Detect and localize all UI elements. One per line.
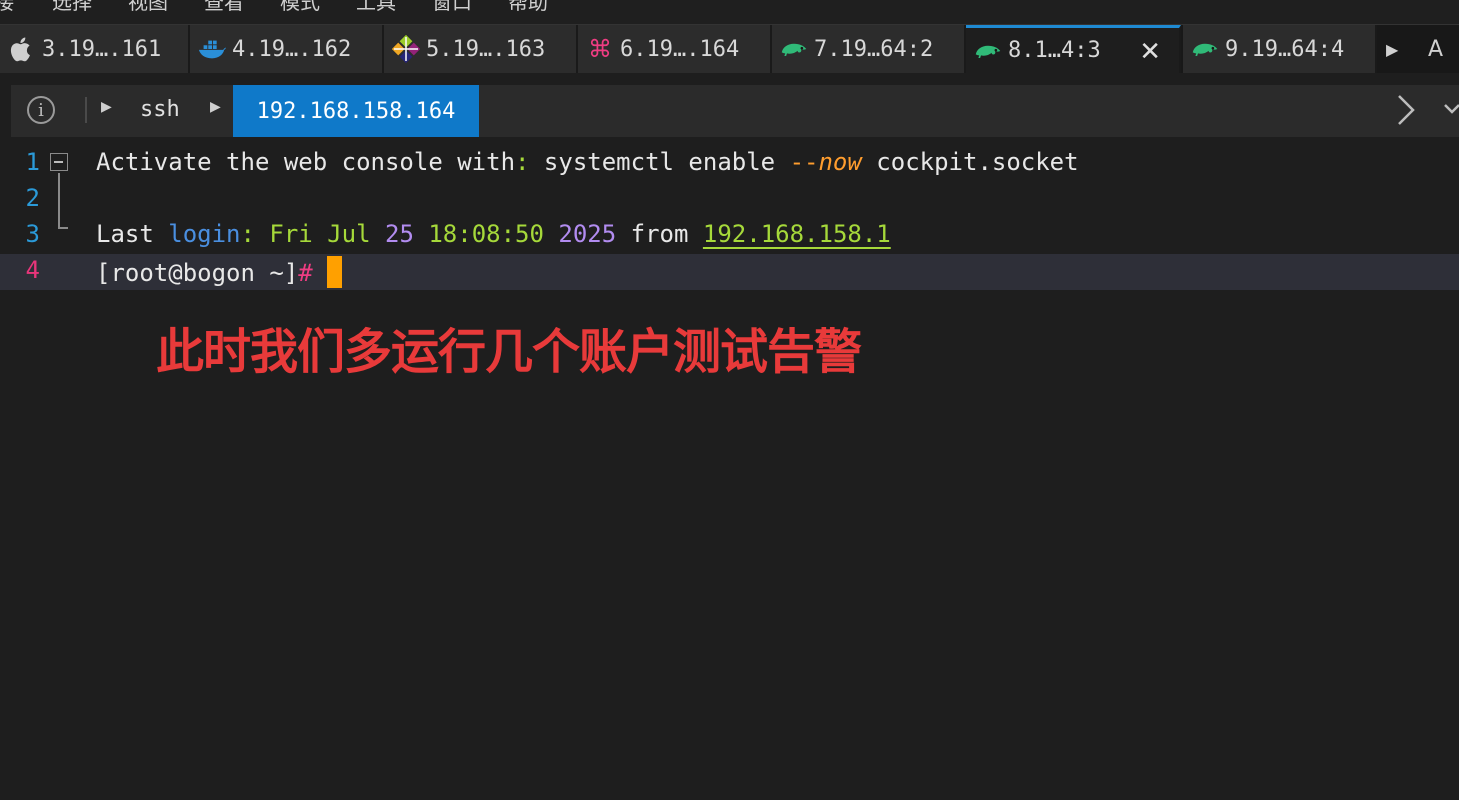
session-tab[interactable]: ⌘ 6.19….164: [578, 25, 772, 73]
session-tab[interactable]: 7.19…64:2: [772, 25, 966, 73]
menu-item[interactable]: 模式: [280, 0, 320, 15]
session-tab[interactable]: 3.19….161: [0, 25, 190, 73]
tab-label: 7.19…64:2: [814, 36, 934, 62]
breadcrumb: i ▶ ssh ▶ 192.168.158.164: [11, 85, 1459, 137]
breadcrumb-current-host[interactable]: 192.168.158.164: [233, 85, 479, 137]
menu-item[interactable]: 视图: [128, 0, 168, 15]
tab-label: 6.19….164: [620, 36, 740, 62]
chevron-down-icon[interactable]: [1443, 101, 1459, 120]
terminal-text: Last login: Fri Jul 25 18:08:50 2025 fro…: [96, 220, 891, 248]
breadcrumb-arrow-icon: ▶: [101, 99, 112, 115]
session-tab[interactable]: 9.19…64:4: [1183, 25, 1377, 73]
tab-label: 3.19….161: [42, 36, 162, 62]
tab-scroll-right-icon[interactable]: ▶: [1386, 25, 1398, 73]
line-number: 1: [25, 148, 40, 176]
tab-label: 4.19….162: [232, 36, 352, 62]
breadcrumb-ssh[interactable]: ssh: [140, 97, 180, 122]
info-icon[interactable]: i: [27, 96, 55, 124]
chevron-right-icon[interactable]: [1396, 93, 1416, 135]
session-tab[interactable]: 5.19….163: [384, 25, 578, 73]
suse-chameleon-icon: [974, 37, 1002, 65]
terminal-prompt[interactable]: [root@bogon ~]#: [96, 256, 343, 288]
session-tab-bar: 3.19….161 4.19….162 5.19….163 ⌘ 6.19….16…: [0, 25, 1459, 73]
close-icon[interactable]: ✕: [1139, 37, 1161, 67]
menu-item[interactable]: 帮助: [508, 0, 548, 15]
menu-item[interactable]: 选择: [52, 0, 92, 15]
tab-label: 5.19….163: [426, 36, 546, 62]
ip-link[interactable]: 192.168.158.1: [703, 220, 891, 248]
text-cursor: [327, 256, 343, 288]
divider: [85, 97, 87, 123]
suse-chameleon-icon: [780, 35, 808, 63]
session-tab-active[interactable]: 8.1…4:3 ✕: [966, 25, 1181, 73]
apple-icon: [8, 35, 36, 63]
terminal-line-current: 4 [root@bogon ~]#: [0, 254, 1459, 290]
command-icon: ⌘: [588, 35, 612, 63]
session-tab[interactable]: 4.19….162: [190, 25, 384, 73]
suse-chameleon-icon: [1191, 35, 1219, 63]
terminal-text: Activate the web console with: systemctl…: [96, 148, 1079, 176]
line-number: 3: [25, 220, 40, 248]
breadcrumb-arrow-icon: ▶: [210, 99, 221, 115]
line-number: 2: [25, 184, 40, 212]
terminal-line: 2: [0, 182, 1459, 218]
tab-overflow-label[interactable]: A: [1428, 25, 1443, 73]
tab-label: 8.1…4:3: [1008, 38, 1101, 63]
menu-item[interactable]: 工具: [356, 0, 396, 15]
terminal-line: 3 Last login: Fri Jul 25 18:08:50 2025 f…: [0, 218, 1459, 254]
tab-label: 9.19…64:4: [1225, 36, 1345, 62]
menu-bar: 接 选择 视图 查看 模式 工具 窗口 帮助: [0, 0, 1459, 25]
terminal-line: 1 Activate the web console with: systemc…: [0, 146, 1459, 182]
menu-item[interactable]: 查看: [204, 0, 244, 15]
menu-item[interactable]: 接: [0, 0, 14, 15]
menu-item[interactable]: 窗口: [432, 0, 472, 15]
docker-icon: [198, 35, 226, 63]
fold-toggle-icon[interactable]: [50, 153, 68, 171]
line-number: 4: [25, 256, 40, 284]
annotation-text: 此时我们多运行几个账户测试告警: [156, 324, 862, 380]
centos-icon: [392, 35, 420, 63]
